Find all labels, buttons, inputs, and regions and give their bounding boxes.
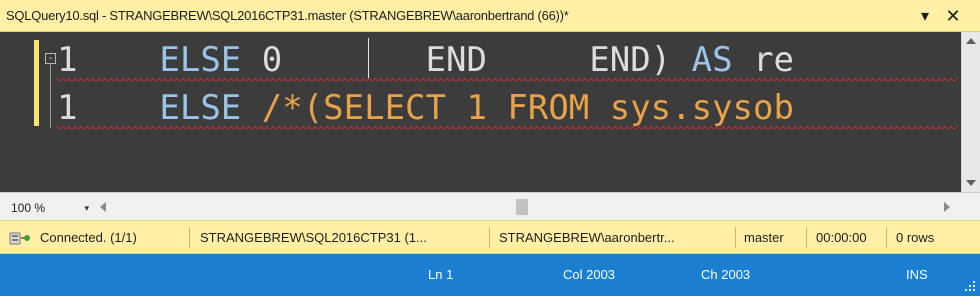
zoom-select[interactable]: 100 % ▾ bbox=[4, 197, 94, 217]
column-indicator: Col 2003 bbox=[563, 267, 616, 282]
divider bbox=[886, 227, 887, 248]
code-text: re bbox=[753, 40, 795, 80]
editor-bottom-bar: 100 % ▾ bbox=[0, 192, 980, 221]
code-line-number: 1 bbox=[57, 88, 78, 128]
character-indicator: Ch 2003 bbox=[701, 267, 751, 282]
query-status-bar: Connected. (1/1) STRANGEBREW\SQL2016CTP3… bbox=[0, 220, 980, 254]
connection-status: Connected. (1/1) bbox=[40, 230, 137, 245]
divider bbox=[189, 227, 190, 248]
scroll-right-icon[interactable] bbox=[944, 202, 950, 212]
user-name: STRANGEBREW\aaronbertr... bbox=[499, 230, 675, 245]
server-name: STRANGEBREW\SQL2016CTP31 (1... bbox=[200, 230, 427, 245]
code-line[interactable]: 1 ELSE /*(SELECT 1 FROM sys.sysob bbox=[57, 86, 794, 130]
keyword: ELSE bbox=[159, 88, 242, 128]
change-marker bbox=[34, 40, 39, 126]
document-tab-title: SQLQuery10.sql - STRANGEBREW\SQL2016CTP3… bbox=[6, 8, 569, 23]
vertical-scrollbar[interactable] bbox=[961, 32, 980, 192]
close-icon[interactable]: ✕ bbox=[943, 6, 963, 26]
pin-dropdown-icon[interactable]: ▾ bbox=[915, 6, 935, 26]
code-comment: /*(SELECT 1 FROM sys.sysob bbox=[261, 88, 794, 128]
error-squiggle bbox=[57, 78, 957, 82]
document-tab[interactable]: SQLQuery10.sql - STRANGEBREW\SQL2016CTP3… bbox=[0, 0, 980, 32]
text-caret bbox=[368, 38, 369, 78]
query-editor[interactable]: - 1 ELSE 0 END END) AS re 1 ELSE /*(SELE… bbox=[0, 32, 980, 192]
line-indicator: Ln 1 bbox=[428, 267, 454, 282]
scroll-up-icon[interactable] bbox=[966, 38, 976, 44]
collapse-icon[interactable]: - bbox=[45, 53, 56, 64]
corner-box bbox=[960, 193, 980, 221]
error-squiggle bbox=[57, 126, 957, 130]
code-text: 0 END END) bbox=[261, 40, 672, 80]
horizontal-scrollbar[interactable] bbox=[96, 197, 956, 217]
divider bbox=[735, 227, 736, 248]
insert-mode-indicator: INS bbox=[906, 267, 928, 282]
status-bar: Ln 1 Col 2003 Ch 2003 INS bbox=[0, 254, 980, 296]
elapsed-time: 00:00:00 bbox=[816, 230, 867, 245]
chevron-down-icon[interactable]: ▾ bbox=[84, 198, 89, 218]
keyword: AS bbox=[691, 40, 733, 80]
database-name: master bbox=[744, 230, 784, 245]
code-line-number: 1 bbox=[57, 40, 78, 80]
divider bbox=[806, 227, 807, 248]
scroll-down-icon[interactable] bbox=[966, 180, 976, 186]
keyword: ELSE bbox=[159, 40, 242, 80]
zoom-value: 100 % bbox=[11, 201, 46, 215]
row-count: 0 rows bbox=[896, 230, 935, 245]
connected-icon bbox=[9, 232, 30, 245]
scroll-left-icon[interactable] bbox=[100, 202, 106, 212]
divider bbox=[489, 227, 490, 248]
code-line[interactable]: 1 ELSE 0 END END) AS re bbox=[57, 38, 794, 82]
outline-line bbox=[50, 64, 51, 128]
resize-grip-icon[interactable] bbox=[964, 280, 976, 292]
scroll-thumb[interactable] bbox=[516, 199, 528, 215]
